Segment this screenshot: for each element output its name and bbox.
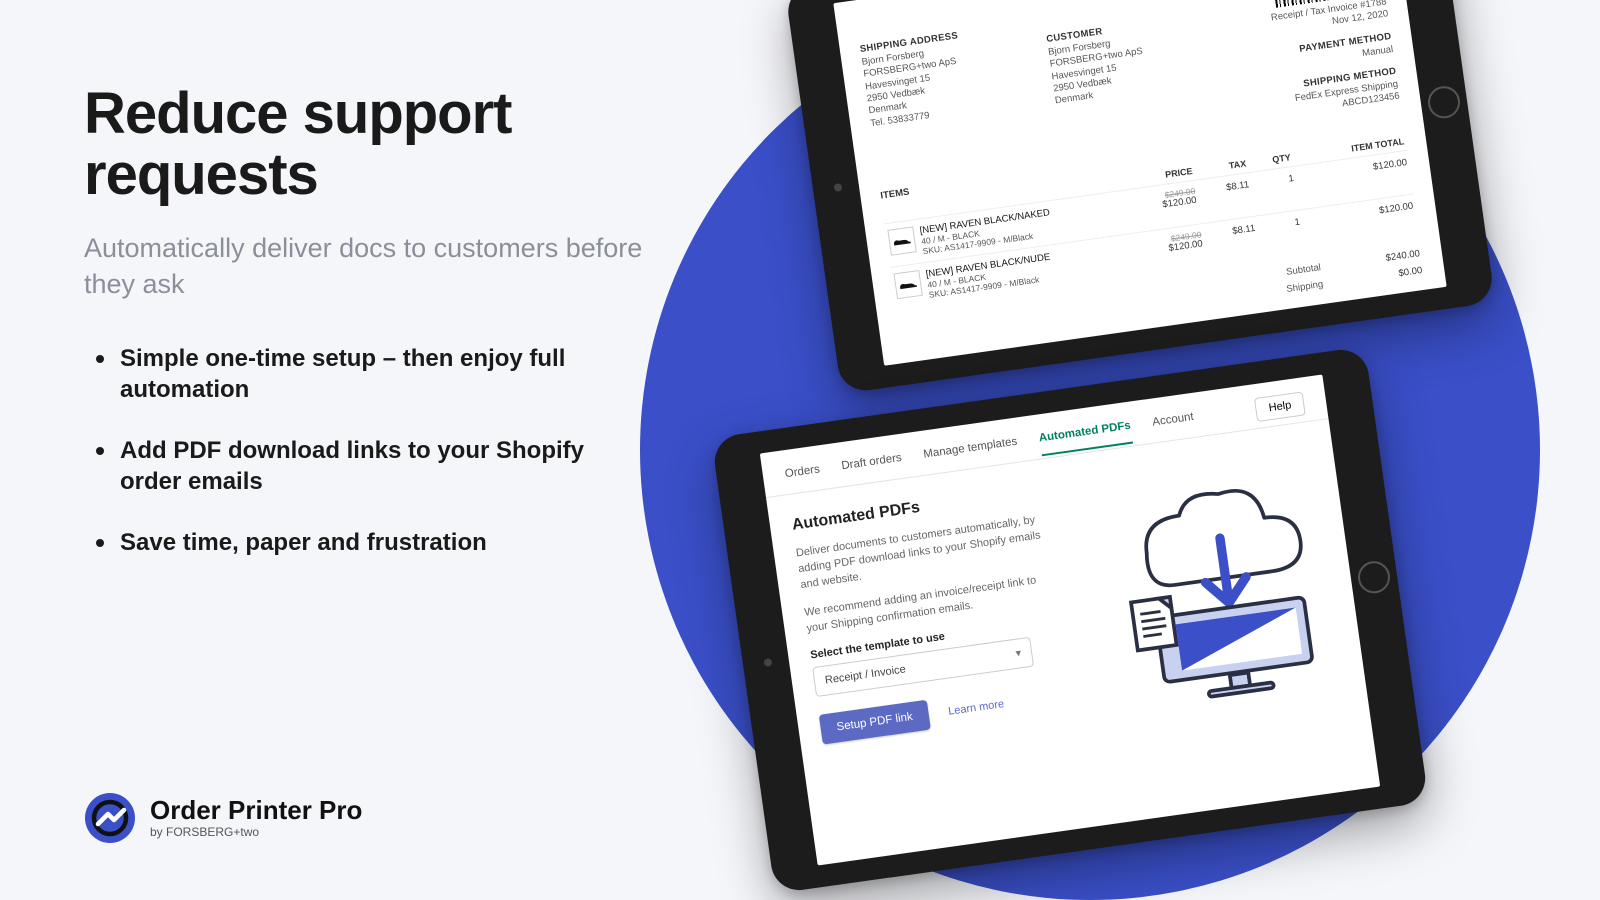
tablet-app: Orders Draft orders Manage templates Aut… bbox=[711, 346, 1429, 893]
brand-byline: by FORSBERG+two bbox=[150, 825, 362, 839]
invoice-document: DEMO SHOP SHIPPING ADDRESS Bjorn Forsber… bbox=[833, 0, 1446, 366]
hero-copy: Reduce support requests Automatically de… bbox=[84, 84, 644, 589]
tablet-home-button bbox=[1426, 84, 1462, 120]
setup-pdf-link-button[interactable]: Setup PDF link bbox=[819, 699, 931, 744]
tablet-home-button bbox=[1356, 559, 1392, 595]
hero-title: Reduce support requests bbox=[84, 84, 644, 206]
invoice-meta: Receipt / Tax Invoice #1788 Nov 12, 2020… bbox=[1228, 0, 1401, 125]
brand-logo bbox=[84, 792, 136, 844]
tab-account[interactable]: Account bbox=[1152, 411, 1196, 439]
tab-orders[interactable]: Orders bbox=[784, 463, 822, 490]
item-tax: $8.11 bbox=[1202, 216, 1262, 267]
item-qty: 1 bbox=[1255, 210, 1306, 259]
item-qty: 1 bbox=[1249, 166, 1300, 216]
invoice-customer: CUSTOMER Bjorn Forsberg FORSBERG+two ApS… bbox=[1043, 0, 1216, 151]
bullet-item: Save time, paper and frustration bbox=[84, 527, 644, 558]
product-thumb-icon bbox=[887, 226, 916, 255]
tablet-camera bbox=[833, 183, 842, 192]
item-tax: $8.11 bbox=[1196, 172, 1256, 223]
shipping-fee-label: Shipping bbox=[1286, 279, 1324, 295]
learn-more-link[interactable]: Learn more bbox=[947, 698, 1004, 718]
app-ui: Orders Draft orders Manage templates Aut… bbox=[760, 374, 1380, 865]
brand-name: Order Printer Pro bbox=[150, 797, 362, 823]
bullet-item: Add PDF download links to your Shopify o… bbox=[84, 435, 644, 497]
product-thumb-icon bbox=[893, 270, 922, 299]
brand-lockup: Order Printer Pro by FORSBERG+two bbox=[84, 792, 362, 844]
tablet-camera bbox=[763, 658, 772, 667]
invoice-shipping-address: SHIPPING ADDRESS Bjorn Forsberg FORSBERG… bbox=[859, 22, 1032, 176]
subtotal-label: Subtotal bbox=[1285, 262, 1321, 278]
tab-draft-orders[interactable]: Draft orders bbox=[841, 452, 904, 482]
cloud-download-illustration-icon bbox=[1070, 444, 1344, 721]
help-button[interactable]: Help bbox=[1254, 391, 1305, 422]
hero-bullet-list: Simple one-time setup – then enjoy full … bbox=[84, 343, 644, 559]
bullet-item: Simple one-time setup – then enjoy full … bbox=[84, 343, 644, 405]
hero-subtitle: Automatically deliver docs to customers … bbox=[84, 230, 644, 303]
